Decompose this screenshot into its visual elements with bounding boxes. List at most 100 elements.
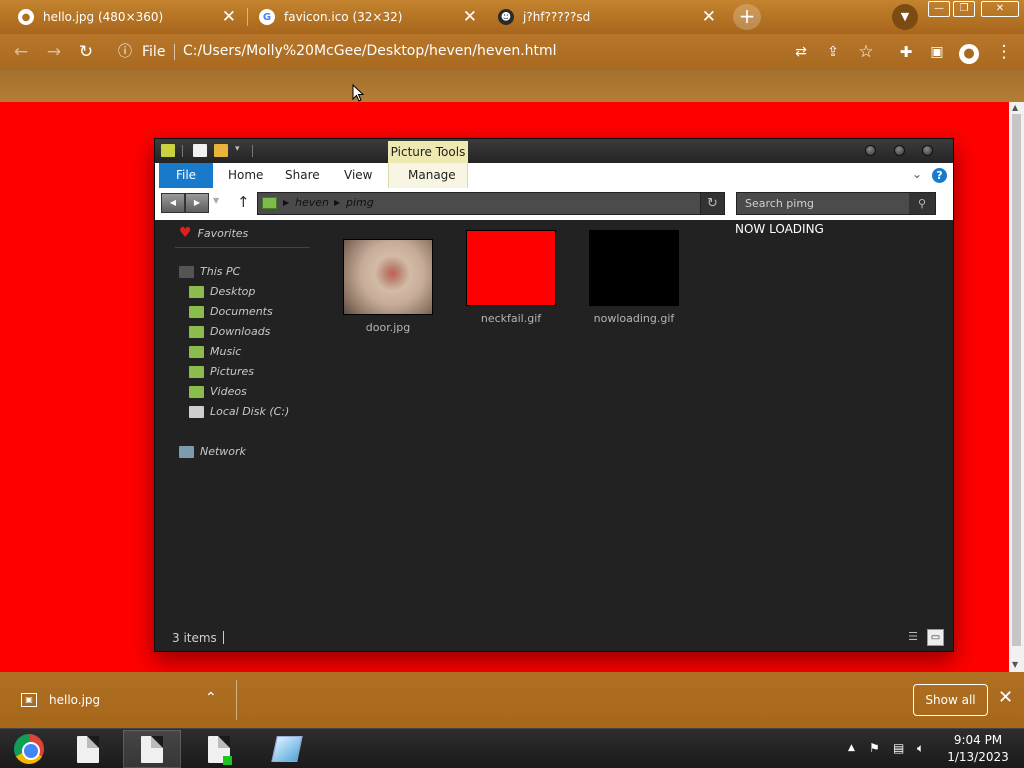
translate-icon[interactable]: ⇄ — [789, 40, 813, 64]
nav-local-disk[interactable]: Local Disk (C:) — [189, 405, 289, 418]
tray-overflow-icon[interactable]: ▲ — [848, 743, 855, 753]
nav-this-pc[interactable]: This PC — [179, 265, 240, 278]
profile-avatar-icon[interactable]: ● — [957, 40, 981, 64]
scroll-up-arrow-icon[interactable]: ▲ — [1012, 103, 1018, 112]
door-thumbnail — [343, 239, 433, 315]
omnibox[interactable]: ⓘ File C:/Users/Molly%20McGee/Desktop/he… — [108, 38, 888, 66]
address-toolbar: ◀ ▶ ▼ ↑ ▶ heven ▶ pimg ↻ ⚲ — [155, 188, 953, 220]
customize-dropdown-icon[interactable]: ▾ — [235, 144, 240, 154]
close-tab-icon[interactable]: ✕ — [702, 7, 716, 27]
network-tray-icon[interactable]: ▤ — [893, 741, 904, 755]
file-item[interactable]: door.jpg — [338, 239, 438, 334]
back-button[interactable]: ◀ — [161, 193, 185, 213]
nav-label: Favorites — [197, 226, 249, 240]
url-text[interactable]: C:/Users/Molly%20McGee/Desktop/heven/hev… — [183, 43, 557, 59]
documents-icon — [189, 305, 204, 318]
maximize-button[interactable]: ❐ — [953, 1, 975, 17]
reload-icon[interactable]: ↻ — [74, 40, 98, 64]
file-item[interactable]: neckfail.gif — [461, 230, 561, 325]
clock-time: 9:04 PM — [953, 733, 1003, 747]
nav-desktop[interactable]: Desktop — [189, 285, 255, 298]
nav-label: Pictures — [210, 365, 255, 378]
side-panel-icon[interactable]: ▣ — [925, 40, 949, 64]
info-icon[interactable]: ⓘ — [118, 41, 132, 61]
clock-date: 1/13/2023 — [947, 750, 1009, 764]
search-input[interactable] — [737, 193, 911, 214]
nav-label: Desktop — [210, 285, 256, 298]
nav-favorites[interactable]: ♥ Favorites — [179, 225, 248, 241]
nav-documents[interactable]: Documents — [189, 305, 273, 318]
download-file-name[interactable]: hello.jpg — [49, 693, 100, 707]
close-download-bar-icon[interactable]: ✕ — [998, 687, 1013, 708]
paint-app-icon — [271, 736, 303, 762]
tab-face-page[interactable]: ☻ j?hf?????sd ✕ — [480, 4, 726, 30]
show-all-button[interactable]: Show all — [913, 684, 988, 716]
nav-videos[interactable]: Videos — [189, 385, 247, 398]
picture-tools-label: Picture Tools — [388, 141, 468, 163]
ribbon-tab-file[interactable]: File — [159, 163, 213, 188]
breadcrumb-arrow-icon[interactable]: ▶ — [283, 198, 289, 207]
back-arrow-icon[interactable]: ← — [9, 40, 33, 64]
close-tab-icon[interactable]: ✕ — [222, 7, 236, 27]
new-tab-button[interactable]: + — [733, 4, 761, 30]
search-icon[interactable]: ⚲ — [909, 193, 935, 214]
ribbon-tab-view[interactable]: View — [344, 163, 372, 188]
help-icon[interactable]: ? — [932, 168, 947, 183]
nav-downloads[interactable]: Downloads — [189, 325, 270, 338]
properties-icon[interactable] — [193, 144, 207, 157]
close-window-button[interactable]: ✕ — [981, 1, 1019, 17]
share-icon[interactable]: ⇪ — [821, 40, 845, 64]
action-center-flag-icon[interactable]: ⚑ — [869, 741, 880, 755]
refresh-icon[interactable]: ↻ — [700, 193, 724, 214]
page-scrollbar[interactable]: ▲ ▼ — [1009, 102, 1024, 672]
search-box[interactable]: ⚲ — [736, 192, 936, 215]
details-view-icon[interactable]: ☰ — [905, 630, 921, 645]
taskbar-file-3[interactable] — [190, 730, 248, 768]
ribbon-tab-manage[interactable]: Manage — [408, 163, 456, 188]
ribbon-tab-home[interactable]: Home — [228, 163, 263, 188]
address-bar[interactable]: ▶ heven ▶ pimg ↻ — [257, 192, 725, 215]
scrollbar-thumb[interactable] — [1012, 114, 1021, 646]
file-item[interactable]: nowloading.gif — [584, 230, 684, 325]
forward-arrow-icon[interactable]: → — [42, 40, 66, 64]
download-options-chevron-icon[interactable]: ⌃ — [205, 690, 217, 706]
nav-music[interactable]: Music — [189, 345, 241, 358]
breadcrumb-heven[interactable]: heven — [295, 196, 329, 209]
close-tab-icon[interactable]: ✕ — [463, 7, 477, 27]
folder-quick-icon[interactable] — [161, 144, 175, 157]
taskbar-chrome[interactable] — [0, 730, 58, 768]
minimize-button[interactable]: — — [928, 1, 950, 17]
tab-hello-jpg[interactable]: ● hello.jpg (480×360) ✕ — [0, 4, 246, 30]
nav-network[interactable]: Network — [179, 445, 246, 458]
scroll-down-arrow-icon[interactable]: ▼ — [1012, 660, 1018, 669]
volume-icon[interactable]: 🔈︎ — [917, 741, 924, 756]
new-folder-icon[interactable] — [214, 144, 228, 157]
bookmark-star-icon[interactable]: ☆ — [854, 40, 878, 64]
large-icons-view-icon[interactable]: ▭ — [927, 629, 944, 646]
ribbon-tab-share[interactable]: Share — [285, 163, 320, 188]
breadcrumb-pimg[interactable]: pimg — [346, 196, 374, 209]
up-arrow-icon[interactable]: ↑ — [237, 193, 250, 211]
tab-favicon-ico[interactable]: G favicon.ico (32×32) ✕ — [241, 4, 487, 30]
recent-locations-dropdown-icon[interactable]: ▼ — [213, 196, 219, 205]
tab-search-chevron-icon[interactable]: ▼ — [892, 4, 918, 30]
extensions-puzzle-icon[interactable]: ✚ — [894, 40, 918, 64]
ribbon-expand-chevron-icon[interactable]: ⌄ — [912, 167, 922, 181]
browser-tab-strip: ● hello.jpg (480×360) ✕ G favicon.ico (3… — [0, 0, 1024, 34]
forward-button[interactable]: ▶ — [185, 193, 209, 213]
download-divider — [236, 680, 237, 720]
explorer-minimize-button[interactable] — [865, 145, 876, 156]
chrome-icon: ● — [18, 9, 34, 25]
tab-title: hello.jpg (480×360) — [43, 10, 164, 24]
breadcrumb-arrow-icon[interactable]: ▶ — [334, 198, 340, 207]
system-clock[interactable]: 9:04 PM 1/13/2023 — [940, 732, 1016, 766]
nav-pictures[interactable]: Pictures — [189, 365, 254, 378]
taskbar-file-2[interactable] — [123, 730, 181, 768]
explorer-maximize-button[interactable] — [894, 145, 905, 156]
green-badge-icon — [223, 755, 232, 765]
explorer-close-button[interactable] — [922, 145, 933, 156]
taskbar-file-1[interactable] — [59, 730, 117, 768]
explorer-title-bar: ▾ Picture Tools — [155, 139, 953, 163]
taskbar-paint[interactable] — [258, 730, 316, 768]
menu-kebab-icon[interactable]: ⋮ — [992, 40, 1016, 64]
